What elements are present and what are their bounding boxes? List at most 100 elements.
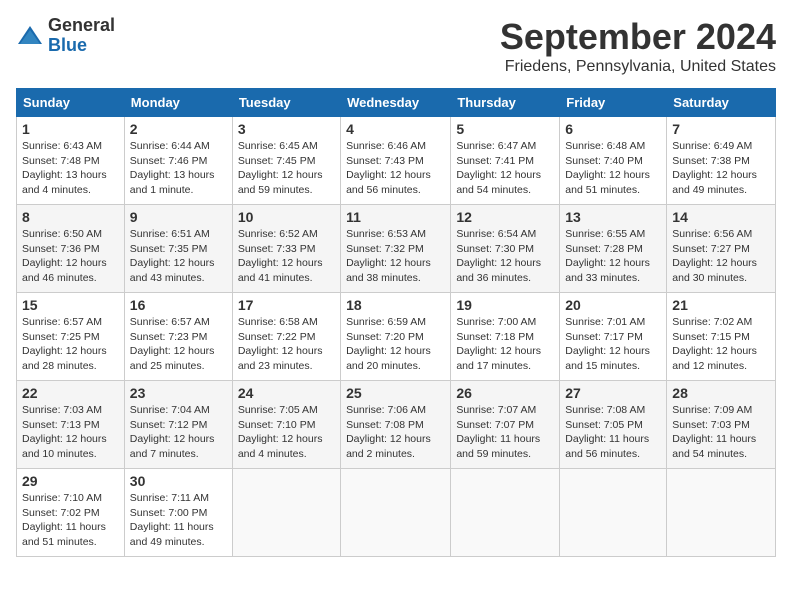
day-info: Sunrise: 6:59 AMSunset: 7:20 PMDaylight:… <box>346 315 445 374</box>
day-number: 17 <box>238 297 335 313</box>
day-info: Sunrise: 6:43 AMSunset: 7:48 PMDaylight:… <box>22 139 119 198</box>
calendar-week-row: 1 Sunrise: 6:43 AMSunset: 7:48 PMDaylight… <box>17 117 776 205</box>
calendar-cell: 26Sunrise: 7:07 AMSunset: 7:07 PMDayligh… <box>451 381 560 469</box>
day-info: Sunrise: 6:44 AMSunset: 7:46 PMDaylight:… <box>130 139 227 198</box>
calendar-cell: 10Sunrise: 6:52 AMSunset: 7:33 PMDayligh… <box>232 205 340 293</box>
day-number: 19 <box>456 297 554 313</box>
calendar-week-row: 8 Sunrise: 6:50 AMSunset: 7:36 PMDaylight… <box>17 205 776 293</box>
calendar-header-monday: Monday <box>124 89 232 117</box>
day-number: 16 <box>130 297 227 313</box>
day-number: 2 <box>130 121 227 137</box>
day-number: 21 <box>672 297 770 313</box>
calendar-table: SundayMondayTuesdayWednesdayThursdayFrid… <box>16 88 776 557</box>
calendar-header-thursday: Thursday <box>451 89 560 117</box>
day-number: 23 <box>130 385 227 401</box>
day-info: Sunrise: 7:03 AMSunset: 7:13 PMDaylight:… <box>22 403 119 462</box>
calendar-cell: 28Sunrise: 7:09 AMSunset: 7:03 PMDayligh… <box>667 381 776 469</box>
logo-general: General <box>48 16 115 36</box>
calendar-cell: 3 Sunrise: 6:45 AMSunset: 7:45 PMDaylight… <box>232 117 340 205</box>
calendar-cell: 6 Sunrise: 6:48 AMSunset: 7:40 PMDaylight… <box>560 117 667 205</box>
day-info: Sunrise: 7:10 AMSunset: 7:02 PMDaylight:… <box>22 491 119 550</box>
day-info: Sunrise: 7:02 AMSunset: 7:15 PMDaylight:… <box>672 315 770 374</box>
day-info: Sunrise: 6:51 AMSunset: 7:35 PMDaylight:… <box>130 227 227 286</box>
day-number: 30 <box>130 473 227 489</box>
calendar-cell: 2 Sunrise: 6:44 AMSunset: 7:46 PMDaylight… <box>124 117 232 205</box>
day-number: 20 <box>565 297 661 313</box>
location: Friedens, Pennsylvania, United States <box>500 58 776 76</box>
calendar-cell: 21 Sunrise: 7:02 AMSunset: 7:15 PMDayligh… <box>667 293 776 381</box>
day-number: 18 <box>346 297 445 313</box>
day-info: Sunrise: 7:11 AMSunset: 7:00 PMDaylight:… <box>130 491 227 550</box>
calendar-cell <box>667 469 776 557</box>
day-info: Sunrise: 6:57 AMSunset: 7:25 PMDaylight:… <box>22 315 119 374</box>
day-info: Sunrise: 6:54 AMSunset: 7:30 PMDaylight:… <box>456 227 554 286</box>
day-number: 24 <box>238 385 335 401</box>
day-number: 15 <box>22 297 119 313</box>
calendar-cell: 13Sunrise: 6:55 AMSunset: 7:28 PMDayligh… <box>560 205 667 293</box>
calendar-cell <box>232 469 340 557</box>
calendar-cell: 30 Sunrise: 7:11 AMSunset: 7:00 PMDayligh… <box>124 469 232 557</box>
calendar-cell: 17 Sunrise: 6:58 AMSunset: 7:22 PMDayligh… <box>232 293 340 381</box>
title-block: September 2024 Friedens, Pennsylvania, U… <box>500 16 776 76</box>
calendar-cell: 5 Sunrise: 6:47 AMSunset: 7:41 PMDaylight… <box>451 117 560 205</box>
calendar-header-sunday: Sunday <box>17 89 125 117</box>
day-number: 9 <box>130 209 227 225</box>
calendar-week-row: 22 Sunrise: 7:03 AMSunset: 7:13 PMDayligh… <box>17 381 776 469</box>
day-number: 4 <box>346 121 445 137</box>
day-info: Sunrise: 7:06 AMSunset: 7:08 PMDaylight:… <box>346 403 445 462</box>
calendar-cell: 4 Sunrise: 6:46 AMSunset: 7:43 PMDaylight… <box>341 117 451 205</box>
day-number: 7 <box>672 121 770 137</box>
day-number: 11 <box>346 209 445 225</box>
month-title: September 2024 <box>500 16 776 58</box>
calendar-cell: 14Sunrise: 6:56 AMSunset: 7:27 PMDayligh… <box>667 205 776 293</box>
day-info: Sunrise: 6:50 AMSunset: 7:36 PMDaylight:… <box>22 227 119 286</box>
day-info: Sunrise: 7:01 AMSunset: 7:17 PMDaylight:… <box>565 315 661 374</box>
day-number: 3 <box>238 121 335 137</box>
day-number: 10 <box>238 209 335 225</box>
calendar-cell: 8 Sunrise: 6:50 AMSunset: 7:36 PMDaylight… <box>17 205 125 293</box>
logo-text: General Blue <box>48 16 115 56</box>
calendar-header-friday: Friday <box>560 89 667 117</box>
day-info: Sunrise: 7:09 AMSunset: 7:03 PMDaylight:… <box>672 403 770 462</box>
calendar-cell: 12 Sunrise: 6:54 AMSunset: 7:30 PMDayligh… <box>451 205 560 293</box>
day-number: 26 <box>456 385 554 401</box>
day-info: Sunrise: 6:58 AMSunset: 7:22 PMDaylight:… <box>238 315 335 374</box>
day-number: 27 <box>565 385 661 401</box>
day-info: Sunrise: 7:05 AMSunset: 7:10 PMDaylight:… <box>238 403 335 462</box>
day-number: 25 <box>346 385 445 401</box>
day-info: Sunrise: 6:49 AMSunset: 7:38 PMDaylight:… <box>672 139 770 198</box>
calendar-cell: 29 Sunrise: 7:10 AMSunset: 7:02 PMDayligh… <box>17 469 125 557</box>
day-info: Sunrise: 7:08 AMSunset: 7:05 PMDaylight:… <box>565 403 661 462</box>
day-info: Sunrise: 6:45 AMSunset: 7:45 PMDaylight:… <box>238 139 335 198</box>
calendar-week-row: 29 Sunrise: 7:10 AMSunset: 7:02 PMDayligh… <box>17 469 776 557</box>
day-number: 5 <box>456 121 554 137</box>
day-number: 1 <box>22 121 119 137</box>
calendar-header-row: SundayMondayTuesdayWednesdayThursdayFrid… <box>17 89 776 117</box>
day-number: 29 <box>22 473 119 489</box>
calendar-cell <box>341 469 451 557</box>
day-number: 12 <box>456 209 554 225</box>
calendar-cell: 9 Sunrise: 6:51 AMSunset: 7:35 PMDaylight… <box>124 205 232 293</box>
logo: General Blue <box>16 16 115 56</box>
day-number: 6 <box>565 121 661 137</box>
calendar-cell: 27 Sunrise: 7:08 AMSunset: 7:05 PMDayligh… <box>560 381 667 469</box>
page-header: General Blue September 2024 Friedens, Pe… <box>16 16 776 76</box>
day-info: Sunrise: 6:48 AMSunset: 7:40 PMDaylight:… <box>565 139 661 198</box>
calendar-cell: 11 Sunrise: 6:53 AMSunset: 7:32 PMDayligh… <box>341 205 451 293</box>
day-info: Sunrise: 6:53 AMSunset: 7:32 PMDaylight:… <box>346 227 445 286</box>
calendar-cell <box>451 469 560 557</box>
calendar-cell: 24 Sunrise: 7:05 AMSunset: 7:10 PMDayligh… <box>232 381 340 469</box>
day-number: 8 <box>22 209 119 225</box>
day-info: Sunrise: 6:47 AMSunset: 7:41 PMDaylight:… <box>456 139 554 198</box>
logo-icon <box>16 22 44 50</box>
calendar-cell: 22 Sunrise: 7:03 AMSunset: 7:13 PMDayligh… <box>17 381 125 469</box>
day-number: 22 <box>22 385 119 401</box>
calendar-cell: 23Sunrise: 7:04 AMSunset: 7:12 PMDayligh… <box>124 381 232 469</box>
day-info: Sunrise: 6:46 AMSunset: 7:43 PMDaylight:… <box>346 139 445 198</box>
calendar-cell: 16Sunrise: 6:57 AMSunset: 7:23 PMDayligh… <box>124 293 232 381</box>
calendar-cell: 18 Sunrise: 6:59 AMSunset: 7:20 PMDayligh… <box>341 293 451 381</box>
calendar-cell: 1 Sunrise: 6:43 AMSunset: 7:48 PMDaylight… <box>17 117 125 205</box>
calendar-cell <box>560 469 667 557</box>
day-info: Sunrise: 7:00 AMSunset: 7:18 PMDaylight:… <box>456 315 554 374</box>
day-number: 13 <box>565 209 661 225</box>
